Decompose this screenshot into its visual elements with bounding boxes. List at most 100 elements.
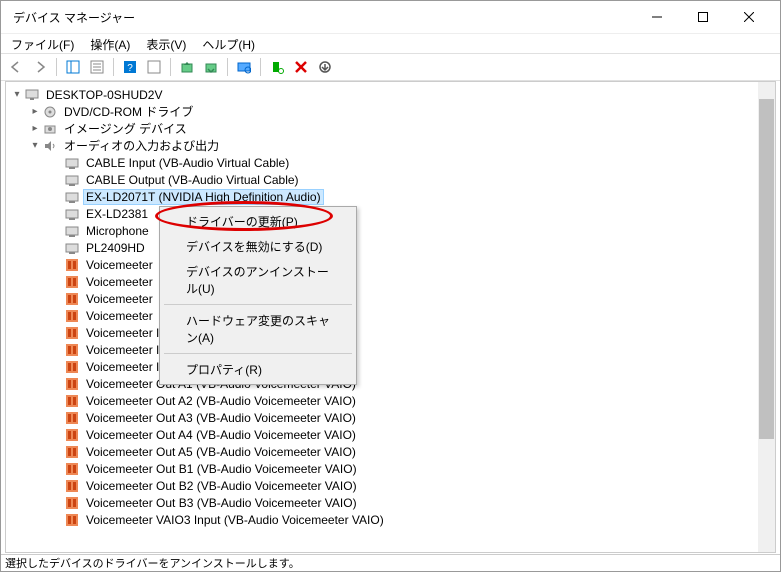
device-icon <box>64 325 80 341</box>
expand-icon[interactable] <box>10 89 24 100</box>
tree-item[interactable]: Voicemeeter Out A1 (VB-Audio Voicemeeter… <box>6 375 775 392</box>
tree-item-label: Microphone <box>84 224 151 238</box>
device-icon <box>64 393 80 409</box>
update-driver-button[interactable] <box>176 56 198 78</box>
device-icon <box>64 257 80 273</box>
ctx-update-driver[interactable]: ドライバーの更新(P) <box>162 209 354 234</box>
tree-root[interactable]: DESKTOP-0SHUD2V <box>6 86 775 103</box>
tree-category-dvd[interactable]: DVD/CD-ROM ドライブ <box>6 103 775 120</box>
ctx-uninstall-device[interactable]: デバイスのアンインストール(U) <box>162 259 354 301</box>
scan-hardware-button[interactable] <box>233 56 255 78</box>
expand-icon[interactable] <box>28 106 42 117</box>
ctx-disable-device[interactable]: デバイスを無効にする(D) <box>162 234 354 259</box>
tree-item[interactable]: Voicemeeter Out B3 (VB-Audio Voicemeeter… <box>6 494 775 511</box>
tree-item-label: EX-LD2071T (NVIDIA High Definition Audio… <box>84 190 323 204</box>
tree-item[interactable]: Voicemeeter <box>6 307 775 324</box>
tree-item-label: Voicemeeter Out A5 (VB-Audio Voicemeeter… <box>84 445 358 459</box>
tree-item[interactable]: Voicemeeter Out A4 (VB-Audio Voicemeeter… <box>6 426 775 443</box>
tree-item-label: Voicemeeter Out B1 (VB-Audio Voicemeeter… <box>84 462 359 476</box>
separator <box>113 58 114 76</box>
tree-item-label: Voicemeeter <box>84 292 155 306</box>
menubar: ファイル(F) 操作(A) 表示(V) ヘルプ(H) <box>1 33 780 53</box>
tree-item[interactable]: Voicemeeter Out A3 (VB-Audio Voicemeeter… <box>6 409 775 426</box>
uninstall-device-button[interactable] <box>314 56 336 78</box>
expand-icon[interactable] <box>28 140 42 151</box>
device-icon <box>64 189 80 205</box>
separator <box>227 58 228 76</box>
properties-button[interactable] <box>86 56 108 78</box>
device-icon <box>64 461 80 477</box>
device-icon <box>64 444 80 460</box>
device-icon <box>64 410 80 426</box>
imaging-icon <box>42 121 58 137</box>
tree-item-label: Voicemeeter <box>84 309 155 323</box>
tree-item[interactable]: Microphone <box>6 222 775 239</box>
disable-device-button[interactable] <box>290 56 312 78</box>
vertical-scrollbar[interactable] <box>758 82 775 552</box>
toolbar: ? <box>1 53 780 81</box>
tree-item-label: Voicemeeter Out B3 (VB-Audio Voicemeeter… <box>84 496 359 510</box>
action-button[interactable] <box>143 56 165 78</box>
separator <box>170 58 171 76</box>
close-button[interactable] <box>726 1 772 33</box>
dvd-icon <box>42 104 58 120</box>
svg-text:?: ? <box>127 63 133 74</box>
expand-icon[interactable] <box>28 123 42 134</box>
device-icon <box>64 206 80 222</box>
tree-item-label: Voicemeeter <box>84 275 155 289</box>
tree-item[interactable]: CABLE Input (VB-Audio Virtual Cable) <box>6 154 775 171</box>
tree-item[interactable]: Voicemeeter <box>6 290 775 307</box>
tree-category-audio[interactable]: オーディオの入力および出力 <box>6 137 775 154</box>
device-icon <box>64 223 80 239</box>
tree-item-label: Voicemeeter Out A4 (VB-Audio Voicemeeter… <box>84 428 358 442</box>
tree-item[interactable]: Voicemeeter In 4 (VB-Audio Voicemeeter V… <box>6 324 775 341</box>
ctx-scan-hardware[interactable]: ハードウェア変更のスキャン(A) <box>162 308 354 350</box>
device-icon <box>64 240 80 256</box>
minimize-button[interactable] <box>634 1 680 33</box>
tree-category-imaging[interactable]: イメージング デバイス <box>6 120 775 137</box>
maximize-button[interactable] <box>680 1 726 33</box>
scrollbar-thumb[interactable] <box>759 99 774 439</box>
speaker-icon <box>42 138 58 154</box>
device-icon <box>64 427 80 443</box>
device-icon <box>64 155 80 171</box>
uninstall-button[interactable] <box>200 56 222 78</box>
enable-device-button[interactable] <box>266 56 288 78</box>
device-tree: DESKTOP-0SHUD2V DVD/CD-ROM ドライブ イメージング デ… <box>6 82 775 532</box>
tree-item-label: CABLE Input (VB-Audio Virtual Cable) <box>84 156 291 170</box>
tree-container: DESKTOP-0SHUD2V DVD/CD-ROM ドライブ イメージング デ… <box>5 81 776 553</box>
statusbar: 選択したデバイスのドライバーをアンインストールします。 <box>1 554 780 571</box>
device-icon <box>64 172 80 188</box>
menu-view[interactable]: 表示(V) <box>138 34 194 53</box>
separator <box>164 304 352 305</box>
tree-item[interactable]: PL2409HD <box>6 239 775 256</box>
device-icon <box>64 308 80 324</box>
show-hide-console-tree-button[interactable] <box>62 56 84 78</box>
device-icon <box>64 359 80 375</box>
tree-item[interactable]: Voicemeeter <box>6 273 775 290</box>
device-icon <box>64 495 80 511</box>
tree-item-label: EX-LD2381 <box>84 207 150 221</box>
menu-action[interactable]: 操作(A) <box>82 34 138 53</box>
tree-item[interactable]: Voicemeeter Out A5 (VB-Audio Voicemeeter… <box>6 443 775 460</box>
menu-help[interactable]: ヘルプ(H) <box>194 34 263 53</box>
ctx-properties[interactable]: プロパティ(R) <box>162 357 354 382</box>
tree-item[interactable]: Voicemeeter In 5 (VB-Audio Voicemeeter V… <box>6 341 775 358</box>
tree-item[interactable]: Voicemeeter Out B1 (VB-Audio Voicemeeter… <box>6 460 775 477</box>
device-icon <box>64 478 80 494</box>
separator <box>260 58 261 76</box>
tree-item[interactable]: EX-LD2071T (NVIDIA High Definition Audio… <box>6 188 775 205</box>
tree-item[interactable]: Voicemeeter <box>6 256 775 273</box>
tree-item[interactable]: Voicemeeter Out A2 (VB-Audio Voicemeeter… <box>6 392 775 409</box>
tree-item[interactable]: Voicemeeter VAIO3 Input (VB-Audio Voicem… <box>6 511 775 528</box>
forward-button[interactable] <box>29 56 51 78</box>
tree-item[interactable]: Voicemeeter Input (VB-Audio Voicemeeter … <box>6 358 775 375</box>
menu-file[interactable]: ファイル(F) <box>3 34 82 53</box>
tree-item[interactable]: Voicemeeter Out B2 (VB-Audio Voicemeeter… <box>6 477 775 494</box>
help-button[interactable]: ? <box>119 56 141 78</box>
back-button[interactable] <box>5 56 27 78</box>
tree-item-label: Voicemeeter Out A3 (VB-Audio Voicemeeter… <box>84 411 358 425</box>
device-icon <box>64 376 80 392</box>
tree-item[interactable]: CABLE Output (VB-Audio Virtual Cable) <box>6 171 775 188</box>
tree-item[interactable]: EX-LD2381 <box>6 205 775 222</box>
